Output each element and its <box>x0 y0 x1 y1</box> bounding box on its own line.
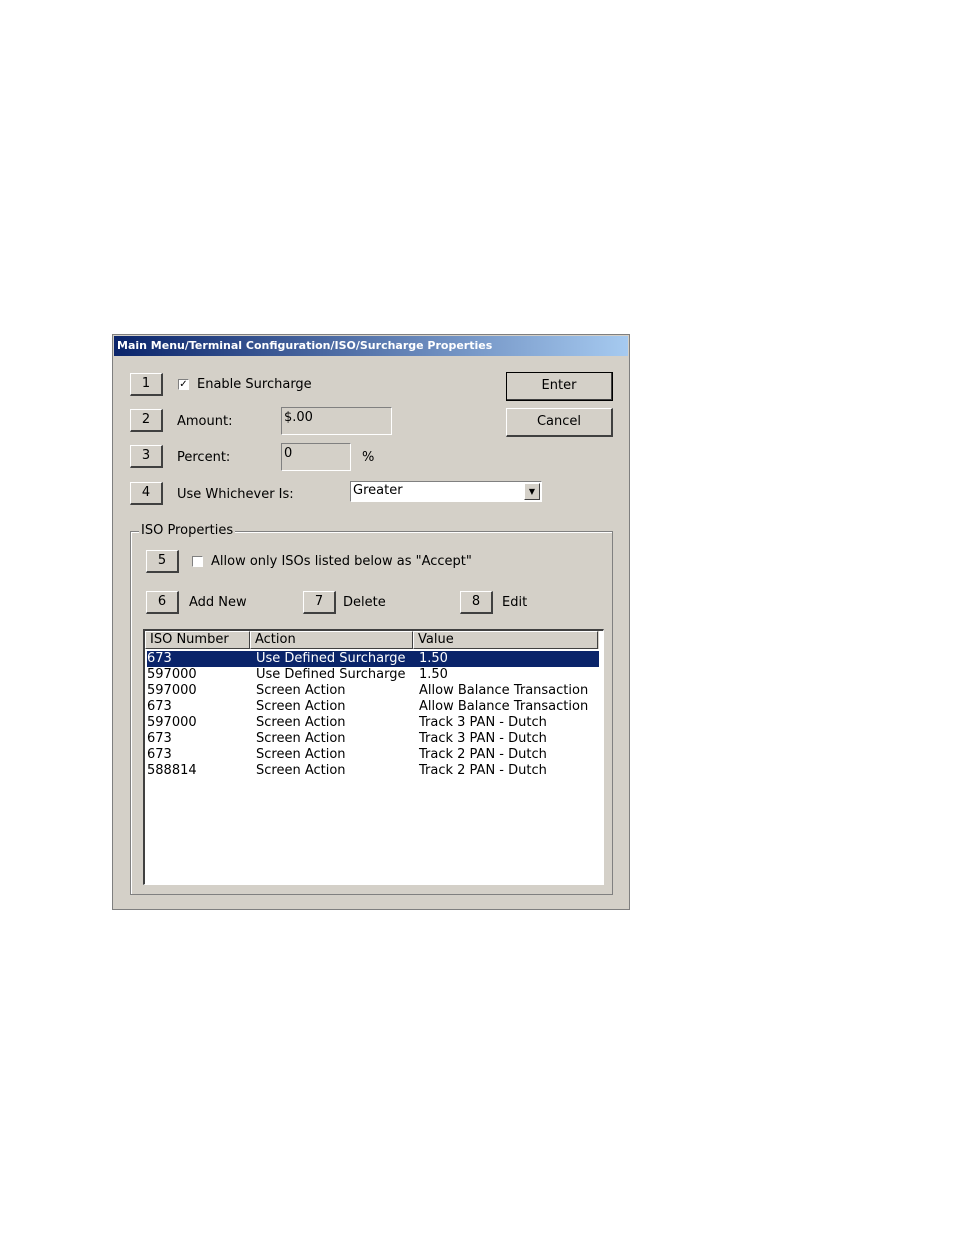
iso-number-cell: 673 <box>147 747 172 762</box>
enter-button[interactable]: Enter <box>506 372 613 401</box>
check-icon: ✓ <box>179 379 188 390</box>
percent-field[interactable]: 0 <box>281 443 351 471</box>
column-action[interactable]: Action <box>250 631 413 649</box>
value-cell: Track 2 PAN - Dutch <box>419 763 547 778</box>
table-row[interactable]: 597000 Screen Action Track 3 PAN - Dutch <box>147 715 599 731</box>
surcharge-properties-dialog: Main Menu/Terminal Configuration/ISO/Sur… <box>112 334 630 910</box>
value-cell: 1.50 <box>419 651 448 666</box>
action-cell: Screen Action <box>256 683 346 698</box>
action-cell: Screen Action <box>256 699 346 714</box>
allow-only-isos-label: Allow only ISOs listed below as "Accept" <box>211 554 472 569</box>
chevron-down-icon[interactable]: ▼ <box>524 483 540 500</box>
value-cell: Track 3 PAN - Dutch <box>419 731 547 746</box>
allow-only-isos-checkbox[interactable] <box>192 556 203 567</box>
table-header: ISO Number Action Value <box>145 631 599 649</box>
option-5-button[interactable]: 5 <box>146 550 179 573</box>
value-cell: Allow Balance Transaction <box>419 699 589 714</box>
action-cell: Use Defined Surcharge <box>256 651 406 666</box>
use-whichever-select[interactable]: Greater ▼ <box>350 481 542 502</box>
table-row[interactable]: 597000 Use Defined Surcharge 1.50 <box>147 667 599 683</box>
iso-number-cell: 597000 <box>147 667 197 682</box>
option-3-button[interactable]: 3 <box>130 445 163 468</box>
table-row[interactable]: 597000 Screen Action Allow Balance Transac… <box>147 683 599 699</box>
action-cell: Screen Action <box>256 715 346 730</box>
edit-label: Edit <box>502 595 528 610</box>
value-cell: Allow Balance Transaction <box>419 683 589 698</box>
action-cell: Screen Action <box>256 763 346 778</box>
iso-properties-group: ISO Properties 5 Allow only ISOs listed … <box>130 523 613 895</box>
iso-number-cell: 673 <box>147 699 172 714</box>
table-row[interactable]: 588814 Screen Action Track 2 PAN - Dutch <box>147 763 599 779</box>
iso-number-cell: 673 <box>147 651 172 666</box>
option-8-button[interactable]: 8 <box>460 591 493 614</box>
table-row[interactable]: 673 Use Defined Surcharge 1.50 <box>147 651 599 667</box>
window-title: Main Menu/Terminal Configuration/ISO/Sur… <box>114 336 628 356</box>
column-iso-number[interactable]: ISO Number <box>145 631 250 649</box>
use-whichever-value: Greater <box>353 483 403 498</box>
option-7-button[interactable]: 7 <box>303 591 336 614</box>
table-body: 673 Use Defined Surcharge 1.50 597000 Use De… <box>147 651 599 779</box>
iso-properties-title: ISO Properties <box>139 523 236 538</box>
action-cell: Screen Action <box>256 747 346 762</box>
amount-label: Amount: <box>177 414 233 429</box>
value-cell: Track 2 PAN - Dutch <box>419 747 547 762</box>
iso-number-cell: 588814 <box>147 763 197 778</box>
option-1-button[interactable]: 1 <box>130 373 163 396</box>
iso-number-cell: 673 <box>147 731 172 746</box>
add-new-label: Add New <box>189 595 247 610</box>
enable-surcharge-checkbox[interactable]: ✓ <box>178 379 189 390</box>
option-4-button[interactable]: 4 <box>130 482 163 505</box>
percent-unit: % <box>362 450 375 465</box>
iso-number-cell: 597000 <box>147 683 197 698</box>
action-cell: Screen Action <box>256 731 346 746</box>
iso-number-cell: 597000 <box>147 715 197 730</box>
table-row[interactable]: 673 Screen Action Track 2 PAN - Dutch <box>147 747 599 763</box>
cancel-button[interactable]: Cancel <box>506 408 613 437</box>
action-cell: Use Defined Surcharge <box>256 667 406 682</box>
option-6-button[interactable]: 6 <box>146 591 179 614</box>
column-value[interactable]: Value <box>413 631 598 649</box>
percent-label: Percent: <box>177 450 231 465</box>
table-row[interactable]: 673 Screen Action Allow Balance Transactio… <box>147 699 599 715</box>
table-row[interactable]: 673 Screen Action Track 3 PAN - Dutch <box>147 731 599 747</box>
use-whichever-label: Use Whichever Is: <box>177 487 294 502</box>
delete-label: Delete <box>343 595 386 610</box>
value-cell: 1.50 <box>419 667 448 682</box>
enable-surcharge-label: Enable Surcharge <box>197 377 312 392</box>
iso-list-table[interactable]: ISO Number Action Value 673 Use Defined S… <box>143 629 604 885</box>
option-2-button[interactable]: 2 <box>130 409 163 432</box>
value-cell: Track 3 PAN - Dutch <box>419 715 547 730</box>
amount-field[interactable]: $.00 <box>281 407 392 435</box>
